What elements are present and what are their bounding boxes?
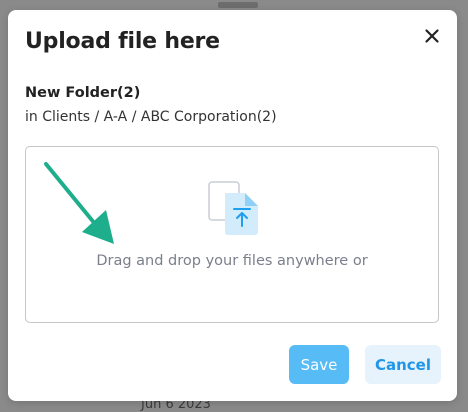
save-button[interactable]: Save bbox=[289, 345, 349, 384]
cancel-button[interactable]: Cancel bbox=[365, 345, 441, 384]
folder-path: in Clients / A-A / ABC Corporation(2) bbox=[25, 109, 277, 125]
dialog-title: Upload file here bbox=[25, 29, 220, 54]
close-icon bbox=[425, 29, 439, 43]
backdrop-heading-fragment bbox=[218, 2, 258, 8]
dropzone-instructions: Drag and drop your files anywhere or bbox=[96, 253, 368, 269]
close-button[interactable] bbox=[420, 24, 444, 48]
folder-name: New Folder(2) bbox=[25, 85, 141, 101]
file-dropzone[interactable]: Drag and drop your files anywhere or bbox=[25, 146, 439, 323]
file-upload-icon bbox=[208, 181, 258, 235]
upload-file-dialog: Upload file here New Folder(2) in Client… bbox=[8, 10, 457, 401]
